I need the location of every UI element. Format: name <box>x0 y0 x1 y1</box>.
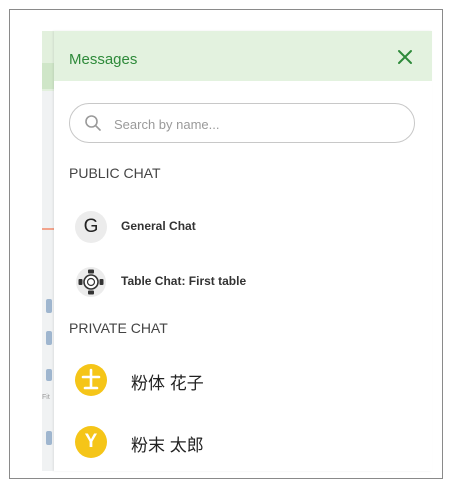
chat-item-label: 粉体 花子 <box>131 374 204 393</box>
background-shape <box>46 431 52 445</box>
chat-item-label: 粉末 太郎 <box>131 436 204 455</box>
search-icon <box>85 115 101 131</box>
chat-item-private-2[interactable]: Y 粉末 太郎 <box>69 424 409 460</box>
background-shape <box>46 331 52 345</box>
background-fragment-text: Fit <box>42 394 50 401</box>
search-box <box>69 103 415 143</box>
chat-item-private-1[interactable]: 粉体 花子 <box>69 362 409 398</box>
section-private-chat: PRIVATE CHAT <box>69 320 168 336</box>
close-icon[interactable] <box>396 48 414 66</box>
messages-panel: Messages PUBLIC CHAT G General Chat Tabl… <box>54 31 432 471</box>
chat-item-label: Table Chat: First table <box>121 274 247 288</box>
avatar: G <box>75 211 107 243</box>
panel-title: Messages <box>69 51 138 68</box>
background-route-line <box>42 228 54 230</box>
yellow-avatar-symbol-icon <box>75 364 107 396</box>
chat-item-general[interactable]: G General Chat <box>69 209 409 245</box>
section-public-chat: PUBLIC CHAT <box>69 165 161 181</box>
background-shape <box>46 369 52 381</box>
panel-header: Messages <box>54 31 432 81</box>
chat-item-table[interactable]: Table Chat: First table <box>69 264 409 300</box>
background-shape <box>46 299 52 313</box>
background-map-strip: Fit <box>42 31 54 471</box>
avatar: Y <box>75 426 107 458</box>
search-input[interactable] <box>112 113 406 135</box>
background-toolbar-tint <box>42 63 54 89</box>
table-chat-icon <box>76 267 106 297</box>
chat-item-label: General Chat <box>121 219 196 233</box>
